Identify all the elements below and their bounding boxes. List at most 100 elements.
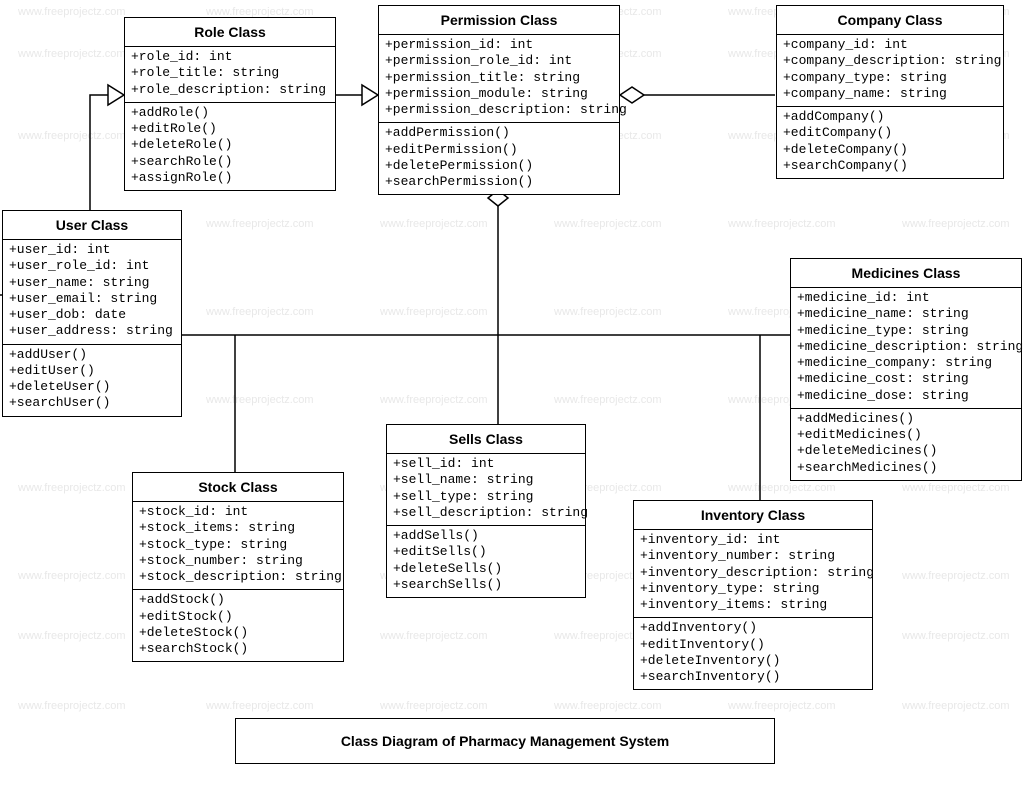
- watermark-text: www.freeprojectz.com: [902, 700, 1010, 712]
- attr: +medicine_company: string: [797, 355, 1015, 371]
- op: +addMedicines(): [797, 411, 1015, 427]
- class-operations: +addSells() +editSells() +deleteSells() …: [387, 526, 585, 597]
- attr: +user_email: string: [9, 291, 175, 307]
- attr: +user_name: string: [9, 275, 175, 291]
- watermark-text: www.freeprojectz.com: [554, 306, 662, 318]
- class-box-inventory: Inventory Class +inventory_id: int +inve…: [633, 500, 873, 690]
- watermark-text: www.freeprojectz.com: [728, 218, 836, 230]
- watermark-text: www.freeprojectz.com: [902, 218, 1010, 230]
- attr: +medicine_id: int: [797, 290, 1015, 306]
- attr: +user_role_id: int: [9, 258, 175, 274]
- class-attributes: +permission_id: int +permission_role_id:…: [379, 35, 619, 123]
- class-attributes: +role_id: int +role_title: string +role_…: [125, 47, 335, 103]
- op: +searchUser(): [9, 395, 175, 411]
- op: +deleteRole(): [131, 137, 329, 153]
- attr: +stock_id: int: [139, 504, 337, 520]
- op: +deleteSells(): [393, 561, 579, 577]
- class-operations: +addUser() +editUser() +deleteUser() +se…: [3, 345, 181, 416]
- class-title: Inventory Class: [634, 501, 872, 530]
- watermark-text: www.freeprojectz.com: [902, 570, 1010, 582]
- watermark-text: www.freeprojectz.com: [206, 306, 314, 318]
- attr: +inventory_items: string: [640, 597, 866, 613]
- attr: +permission_description: string: [385, 102, 613, 118]
- class-attributes: +stock_id: int +stock_items: string +sto…: [133, 502, 343, 590]
- class-operations: +addInventory() +editInventory() +delete…: [634, 618, 872, 689]
- watermark-text: www.freeprojectz.com: [902, 482, 1010, 494]
- class-box-permission: Permission Class +permission_id: int +pe…: [378, 5, 620, 195]
- watermark-text: www.freeprojectz.com: [206, 700, 314, 712]
- op: +addInventory(): [640, 620, 866, 636]
- class-title: Company Class: [777, 6, 1003, 35]
- op: +deleteCompany(): [783, 142, 997, 158]
- attr: +stock_description: string: [139, 569, 337, 585]
- watermark-text: www.freeprojectz.com: [902, 630, 1010, 642]
- class-attributes: +sell_id: int +sell_name: string +sell_t…: [387, 454, 585, 526]
- op: +deletePermission(): [385, 158, 613, 174]
- op: +addCompany(): [783, 109, 997, 125]
- watermark-text: www.freeprojectz.com: [380, 394, 488, 406]
- op: +searchPermission(): [385, 174, 613, 190]
- class-title: User Class: [3, 211, 181, 240]
- op: +searchInventory(): [640, 669, 866, 685]
- op: +searchSells(): [393, 577, 579, 593]
- class-attributes: +user_id: int +user_role_id: int +user_n…: [3, 240, 181, 345]
- watermark-text: www.freeprojectz.com: [554, 700, 662, 712]
- class-attributes: +medicine_id: int +medicine_name: string…: [791, 288, 1021, 409]
- watermark-text: www.freeprojectz.com: [728, 700, 836, 712]
- op: +editStock(): [139, 609, 337, 625]
- op: +editUser(): [9, 363, 175, 379]
- watermark-text: www.freeprojectz.com: [380, 218, 488, 230]
- watermark-text: www.freeprojectz.com: [18, 48, 126, 60]
- attr: +permission_role_id: int: [385, 53, 613, 69]
- class-operations: +addRole() +editRole() +deleteRole() +se…: [125, 103, 335, 190]
- class-attributes: +company_id: int +company_description: s…: [777, 35, 1003, 107]
- op: +searchStock(): [139, 641, 337, 657]
- watermark-text: www.freeprojectz.com: [380, 700, 488, 712]
- class-box-company: Company Class +company_id: int +company_…: [776, 5, 1004, 179]
- attr: +stock_items: string: [139, 520, 337, 536]
- attr: +company_id: int: [783, 37, 997, 53]
- attr: +sell_description: string: [393, 505, 579, 521]
- class-title: Role Class: [125, 18, 335, 47]
- attr: +sell_name: string: [393, 472, 579, 488]
- attr: +medicine_dose: string: [797, 388, 1015, 404]
- op: +editSells(): [393, 544, 579, 560]
- attr: +stock_number: string: [139, 553, 337, 569]
- class-box-user: User Class +user_id: int +user_role_id: …: [2, 210, 182, 417]
- op: +deleteStock(): [139, 625, 337, 641]
- attr: +inventory_id: int: [640, 532, 866, 548]
- attr: +role_title: string: [131, 65, 329, 81]
- op: +deleteUser(): [9, 379, 175, 395]
- watermark-text: www.freeprojectz.com: [18, 130, 126, 142]
- op: +searchRole(): [131, 154, 329, 170]
- attr: +inventory_type: string: [640, 581, 866, 597]
- attr: +inventory_number: string: [640, 548, 866, 564]
- class-title: Permission Class: [379, 6, 619, 35]
- attr: +medicine_type: string: [797, 323, 1015, 339]
- op: +assignRole(): [131, 170, 329, 186]
- op: +addStock(): [139, 592, 337, 608]
- diagram-title: Class Diagram of Pharmacy Management Sys…: [235, 718, 775, 764]
- watermark-text: www.freeprojectz.com: [380, 630, 488, 642]
- attr: +permission_title: string: [385, 70, 613, 86]
- class-title: Medicines Class: [791, 259, 1021, 288]
- op: +editPermission(): [385, 142, 613, 158]
- watermark-text: www.freeprojectz.com: [554, 218, 662, 230]
- op: +searchCompany(): [783, 158, 997, 174]
- watermark-text: www.freeprojectz.com: [18, 630, 126, 642]
- attr: +role_id: int: [131, 49, 329, 65]
- watermark-text: www.freeprojectz.com: [206, 394, 314, 406]
- attr: +role_description: string: [131, 82, 329, 98]
- watermark-text: www.freeprojectz.com: [728, 482, 836, 494]
- op: +addUser(): [9, 347, 175, 363]
- class-title: Stock Class: [133, 473, 343, 502]
- watermark-text: www.freeprojectz.com: [554, 394, 662, 406]
- op: +deleteInventory(): [640, 653, 866, 669]
- attr: +medicine_cost: string: [797, 371, 1015, 387]
- class-operations: +addMedicines() +editMedicines() +delete…: [791, 409, 1021, 480]
- attr: +sell_id: int: [393, 456, 579, 472]
- op: +editMedicines(): [797, 427, 1015, 443]
- class-operations: +addPermission() +editPermission() +dele…: [379, 123, 619, 194]
- op: +editInventory(): [640, 637, 866, 653]
- op: +editRole(): [131, 121, 329, 137]
